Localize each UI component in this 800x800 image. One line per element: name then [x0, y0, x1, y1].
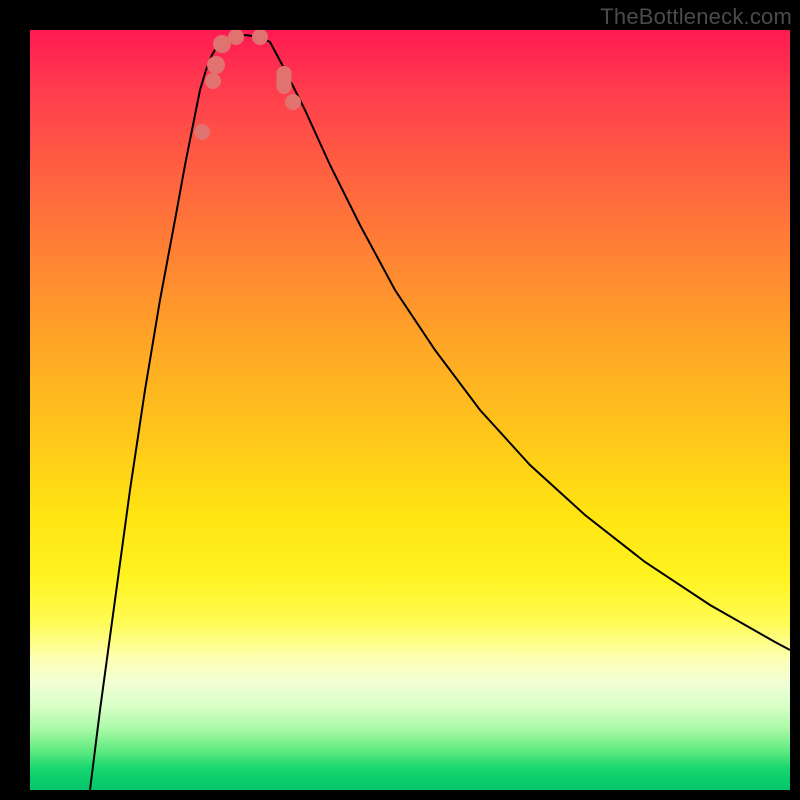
plot-frame — [30, 30, 790, 790]
curve-markers — [194, 30, 301, 140]
curve-marker — [194, 124, 210, 140]
watermark-text: TheBottleneck.com — [600, 4, 792, 30]
curve-marker — [252, 30, 268, 45]
bottleneck-curve-plot — [30, 30, 790, 790]
curve-marker — [207, 56, 225, 74]
bottleneck-curve — [90, 35, 790, 790]
curve-marker — [205, 73, 221, 89]
curve-marker — [285, 94, 301, 110]
curve-marker-pill — [277, 66, 292, 94]
